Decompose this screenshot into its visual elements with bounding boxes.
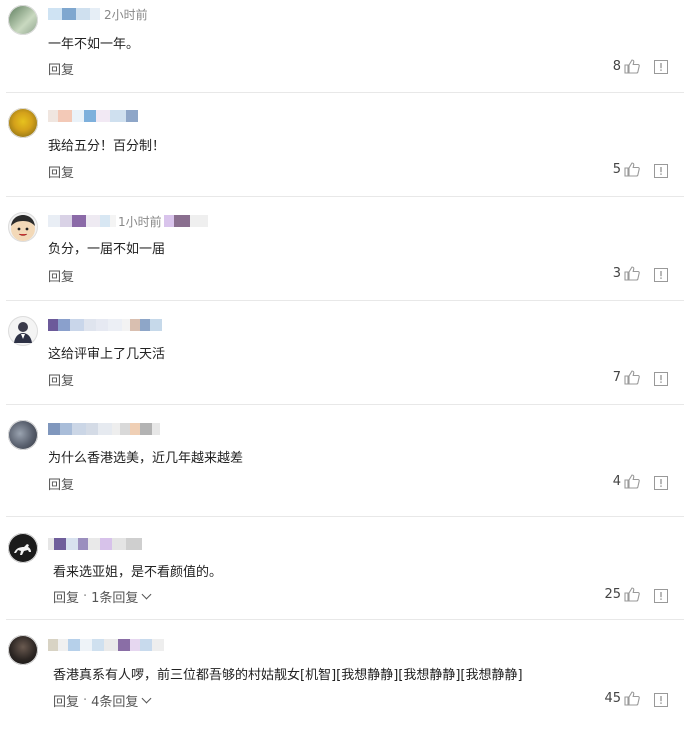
username[interactable]: 1小时前 bbox=[48, 213, 208, 229]
like-button[interactable]: 45 bbox=[604, 691, 640, 706]
like-count: 45 bbox=[604, 691, 621, 706]
avatar[interactable] bbox=[8, 5, 38, 35]
comment-text: 负分，一届不如一届 bbox=[48, 242, 166, 257]
reply-count: 1条回复 bbox=[91, 591, 139, 606]
comment-text: 看来选亚姐，是不看颜值的。 bbox=[53, 565, 223, 580]
username[interactable] bbox=[48, 421, 160, 437]
like-button[interactable]: 3 bbox=[613, 266, 640, 281]
timestamp: 1小时前 bbox=[118, 214, 162, 229]
comment-text: 为什么香港选美，近几年越来越差 bbox=[48, 451, 244, 466]
thumbs-up-icon[interactable] bbox=[624, 370, 640, 385]
like-count: 7 bbox=[612, 370, 621, 385]
thumbs-up-icon[interactable] bbox=[624, 162, 640, 177]
thumbs-up-icon[interactable] bbox=[624, 587, 640, 602]
username[interactable] bbox=[48, 317, 162, 333]
like-button[interactable]: 25 bbox=[604, 587, 640, 602]
separator: · bbox=[83, 693, 88, 708]
like-count: 8 bbox=[612, 59, 621, 74]
thumbs-up-icon[interactable] bbox=[624, 474, 640, 489]
timestamp: 2小时前 bbox=[104, 7, 148, 22]
thumbs-up-icon[interactable] bbox=[624, 266, 640, 281]
report-icon[interactable] bbox=[654, 693, 668, 707]
username[interactable] bbox=[48, 108, 138, 124]
reply-button[interactable]: 回复 bbox=[48, 370, 74, 389]
comment-actions: 回复 bbox=[48, 59, 74, 78]
chevron-down-icon bbox=[141, 589, 152, 600]
reply-button[interactable]: 回复 bbox=[48, 162, 74, 181]
report-icon[interactable] bbox=[654, 268, 668, 282]
report-icon[interactable] bbox=[654, 476, 668, 490]
reply-button[interactable]: 回复 bbox=[48, 59, 74, 78]
comment-text: 这给评审上了几天活 bbox=[48, 347, 166, 362]
divider bbox=[6, 404, 684, 405]
like-button[interactable]: 4 bbox=[613, 474, 640, 489]
username[interactable]: 2小时前 bbox=[48, 6, 148, 22]
report-icon[interactable] bbox=[654, 164, 668, 178]
avatar[interactable] bbox=[8, 420, 38, 450]
avatar[interactable] bbox=[8, 533, 38, 563]
like-count: 5 bbox=[612, 162, 621, 177]
divider bbox=[6, 196, 684, 197]
report-icon[interactable] bbox=[654, 589, 668, 603]
like-button[interactable]: 8 bbox=[613, 59, 640, 74]
avatar[interactable] bbox=[8, 212, 38, 242]
chevron-down-icon bbox=[141, 693, 152, 704]
report-icon[interactable] bbox=[654, 372, 668, 386]
comment-actions: 回复 bbox=[48, 266, 74, 285]
avatar[interactable] bbox=[8, 316, 38, 346]
comment-text: 一年不如一年。 bbox=[48, 37, 140, 52]
username[interactable] bbox=[48, 536, 142, 552]
reply-button[interactable]: 回复 bbox=[48, 474, 74, 493]
like-count: 25 bbox=[604, 587, 621, 602]
like-button[interactable]: 7 bbox=[613, 370, 640, 385]
username[interactable] bbox=[48, 637, 164, 653]
comment-actions: 回复 · 1条回复 bbox=[53, 587, 154, 606]
divider bbox=[6, 516, 684, 517]
separator: · bbox=[83, 589, 88, 604]
thumbs-up-icon[interactable] bbox=[624, 691, 640, 706]
report-icon[interactable] bbox=[654, 60, 668, 74]
divider bbox=[6, 300, 684, 301]
reply-button[interactable]: 回复 bbox=[53, 691, 79, 710]
divider bbox=[6, 92, 684, 93]
comment-text: 我给五分！百分制！ bbox=[48, 139, 166, 154]
expand-replies-button[interactable]: 1条回复 bbox=[91, 587, 154, 606]
comment-actions: 回复 bbox=[48, 162, 74, 181]
expand-replies-button[interactable]: 4条回复 bbox=[91, 691, 154, 710]
avatar[interactable] bbox=[8, 635, 38, 665]
comment-text: 香港真系有人啰，前三位都吾够的村姑靓女[机智][我想静静][我想静静][我想静静… bbox=[53, 668, 523, 683]
reply-count: 4条回复 bbox=[91, 695, 139, 710]
like-button[interactable]: 5 bbox=[613, 162, 640, 177]
reply-button[interactable]: 回复 bbox=[53, 587, 79, 606]
reply-button[interactable]: 回复 bbox=[48, 266, 74, 285]
comment-actions: 回复 bbox=[48, 474, 74, 493]
like-count: 3 bbox=[612, 266, 621, 281]
avatar[interactable] bbox=[8, 108, 38, 138]
comment-actions: 回复 bbox=[48, 370, 74, 389]
like-count: 4 bbox=[612, 474, 621, 489]
divider bbox=[6, 619, 684, 620]
thumbs-up-icon[interactable] bbox=[624, 59, 640, 74]
comment-actions: 回复 · 4条回复 bbox=[53, 691, 154, 710]
